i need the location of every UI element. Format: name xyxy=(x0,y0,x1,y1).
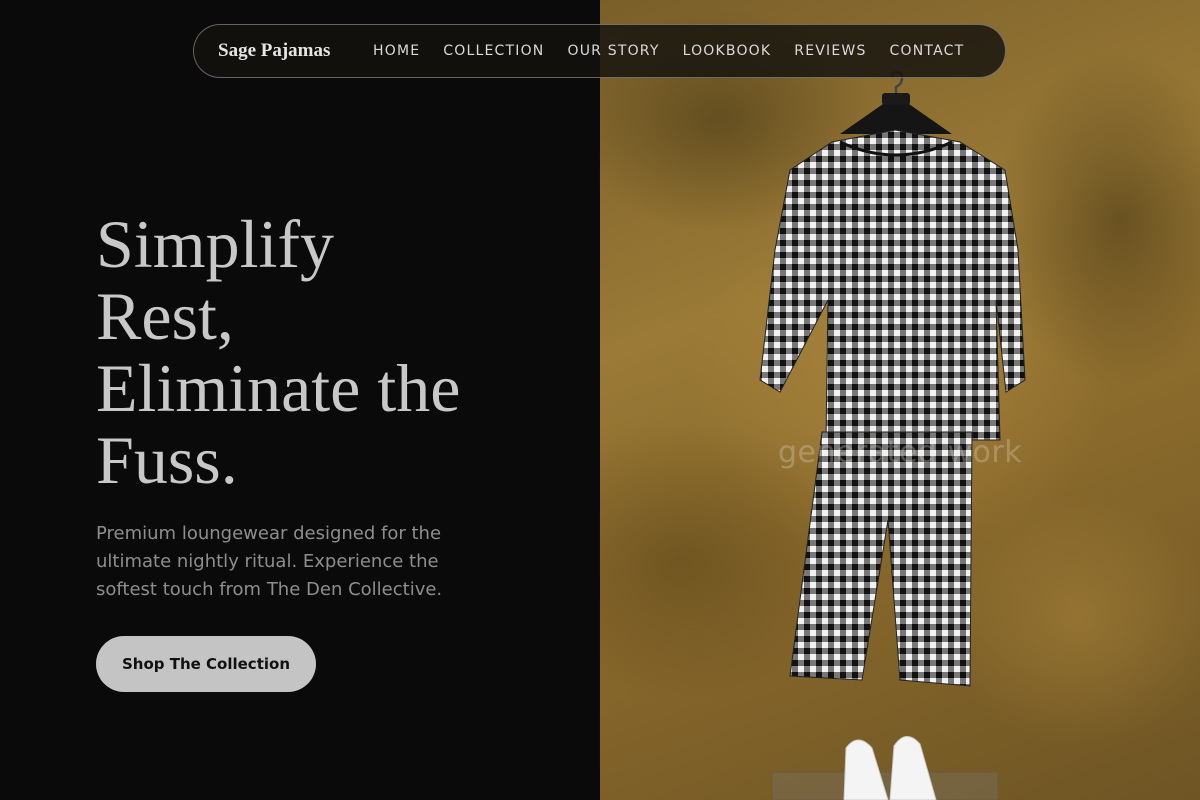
hero-subtitle-line: ultimate nightly ritual. Experience the xyxy=(96,551,439,572)
hero-subtitle: Premium loungewear designed for the ulti… xyxy=(96,520,496,604)
shop-collection-button[interactable]: Shop The Collection xyxy=(96,636,316,692)
hero-title-line: Fuss. xyxy=(96,422,238,498)
hero-title-line: Rest, xyxy=(96,278,234,354)
nav-links: HOME COLLECTION OUR STORY LOOKBOOK REVIE… xyxy=(373,43,964,59)
nav-link-contact[interactable]: CONTACT xyxy=(890,43,965,59)
shoe-left xyxy=(843,739,889,800)
nav-link-lookbook[interactable]: LOOKBOOK xyxy=(683,43,772,59)
nav-link-our-story[interactable]: OUR STORY xyxy=(567,43,659,59)
nav-link-collection[interactable]: COLLECTION xyxy=(443,43,544,59)
shoe-right xyxy=(889,736,937,800)
hero-image: generated work xyxy=(600,0,1200,800)
pajama-top xyxy=(759,129,1026,441)
nav-link-home[interactable]: HOME xyxy=(373,43,420,59)
hanger-icon xyxy=(840,70,952,134)
hero-title: Simplify Rest, Eliminate the Fuss. xyxy=(96,208,576,496)
hero-title-line: Simplify xyxy=(96,206,335,282)
hero-subtitle-line: Premium loungewear designed for the xyxy=(96,523,442,544)
pajama-bottom xyxy=(789,431,973,687)
main-navbar: Sage Pajamas HOME COLLECTION OUR STORY L… xyxy=(193,24,1006,78)
hero-subtitle-line: softest touch from The Den Collective. xyxy=(96,579,443,600)
hero-title-line: Eliminate the xyxy=(96,350,461,426)
image-watermark: generated work xyxy=(778,435,1023,470)
brand-logo[interactable]: Sage Pajamas xyxy=(218,40,373,62)
pajama-set-illustration xyxy=(759,70,1026,800)
nav-link-reviews[interactable]: REVIEWS xyxy=(794,43,866,59)
